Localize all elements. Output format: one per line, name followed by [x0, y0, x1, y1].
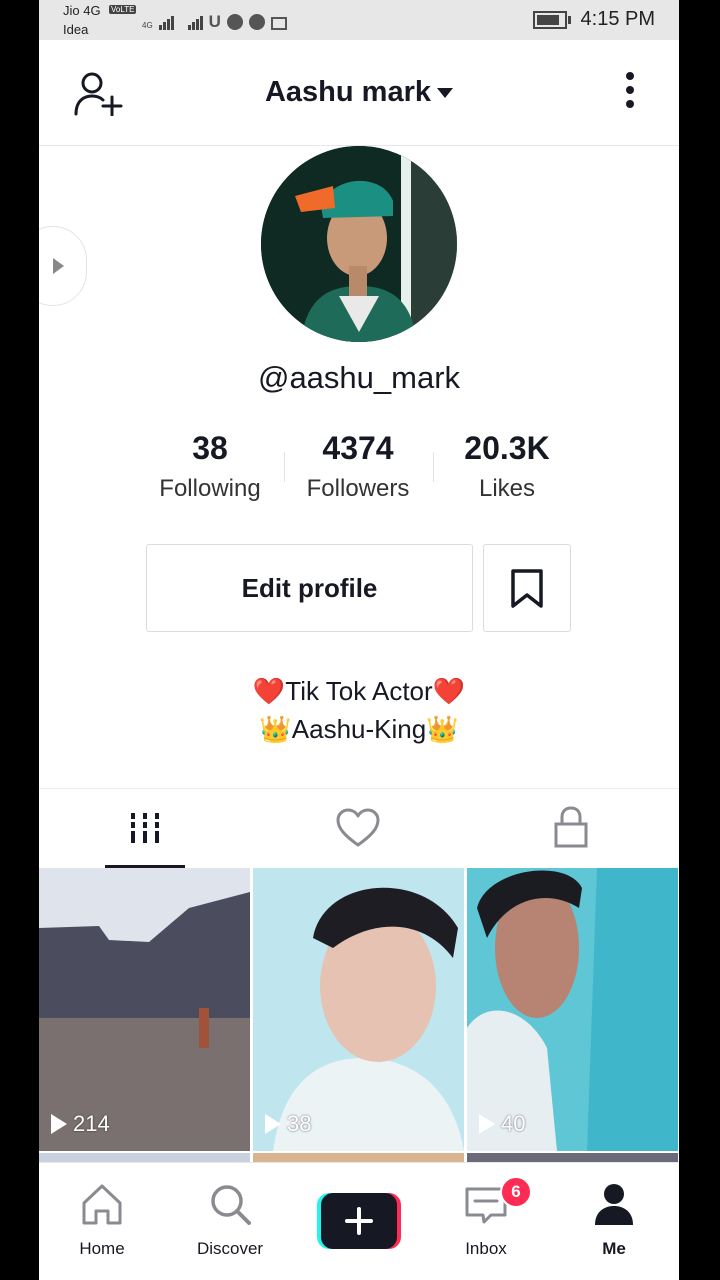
status-right: 4:15 PM — [532, 8, 655, 31]
video-thumbnail[interactable]: 38 — [253, 868, 464, 1151]
following-count: 38 — [192, 430, 228, 466]
view-count: 214 — [51, 1111, 110, 1137]
u-icon: U — [208, 12, 221, 31]
bookmark-icon — [511, 569, 543, 608]
play-icon — [265, 1114, 281, 1134]
edit-profile-button[interactable]: Edit profile — [146, 544, 473, 632]
bio-line: ❤️Tik Tok Actor❤️ — [252, 676, 466, 706]
grid-icon — [131, 813, 159, 843]
nav-discover[interactable]: Discover — [180, 1163, 280, 1280]
chevron-down-icon — [437, 88, 453, 99]
carrier-name-2: Idea — [63, 22, 89, 37]
bio-line: 👑Aashu-King👑 — [259, 714, 459, 744]
nav-me[interactable]: Me — [564, 1163, 664, 1280]
nav-label: Me — [602, 1239, 626, 1258]
view-count-text: 214 — [73, 1111, 110, 1136]
phone-screen: Jio 4G VoLTE Idea 4G U 4:15 PM Aashu mar… — [39, 0, 679, 1280]
gmail-icon — [270, 17, 287, 30]
play-icon — [479, 1114, 495, 1134]
play-arrow-icon — [53, 258, 64, 274]
more-options-icon[interactable] — [624, 72, 636, 114]
play-icon — [51, 1114, 67, 1134]
followers-stat[interactable]: 4374 Followers — [288, 430, 428, 503]
divider — [433, 452, 434, 482]
nav-label: Inbox — [465, 1239, 507, 1258]
create-video-button[interactable] — [317, 1193, 401, 1249]
avatar-image — [261, 146, 457, 342]
carrier-name: Jio 4G — [63, 3, 101, 18]
home-icon — [82, 1184, 122, 1225]
notification-badge: 6 — [500, 1176, 532, 1208]
status-bar: Jio 4G VoLTE Idea 4G U 4:15 PM — [39, 0, 679, 40]
facebook-icon — [226, 14, 243, 30]
likes-label: Likes — [478, 475, 536, 502]
nav-home[interactable]: Home — [52, 1163, 152, 1280]
nav-label: Discover — [196, 1239, 264, 1258]
likes-count: 20.3K — [464, 430, 550, 466]
heart-icon — [336, 808, 380, 847]
user-handle: @aashu_mark — [257, 360, 461, 395]
tab-liked[interactable] — [252, 789, 465, 869]
network-type: 4G — [142, 21, 153, 30]
battery-icon — [532, 10, 571, 29]
status-icons: 4G U — [142, 8, 287, 30]
username-title: Aashu mark — [264, 76, 431, 108]
view-count: 38 — [265, 1111, 311, 1137]
view-count-text: 38 — [287, 1111, 312, 1136]
video-thumbnail[interactable]: 214 — [39, 868, 250, 1151]
lock-icon — [554, 806, 588, 848]
profile-icon — [595, 1184, 633, 1225]
favorites-button[interactable] — [483, 544, 571, 632]
following-label: Following — [159, 475, 261, 502]
chat-icon — [248, 14, 265, 30]
view-count-text: 40 — [501, 1111, 526, 1136]
bottom-navigation: Home Discover Inbox 6 Me — [39, 1162, 679, 1280]
signal-icon-2 — [187, 14, 203, 30]
video-thumbnail-image — [467, 868, 678, 1151]
divider — [284, 452, 285, 482]
signal-icon — [158, 14, 174, 30]
profile-header: Aashu mark — [39, 40, 679, 146]
video-thumbnail-image — [39, 868, 250, 1151]
content-tabs — [39, 788, 679, 869]
video-thumbnail[interactable]: 40 — [467, 868, 678, 1151]
video-thumbnail-image — [253, 868, 464, 1151]
tab-private[interactable] — [465, 789, 678, 869]
clock: 4:15 PM — [580, 8, 655, 30]
account-switcher[interactable]: Aashu mark — [39, 76, 679, 109]
tab-videos[interactable] — [39, 789, 252, 869]
volte-badge: VoLTE — [109, 5, 137, 14]
nav-label: Home — [79, 1239, 125, 1258]
followers-label: Followers — [306, 475, 410, 502]
search-icon — [211, 1185, 251, 1225]
view-count: 40 — [479, 1111, 525, 1137]
side-drawer-handle[interactable] — [39, 226, 87, 306]
video-grid: 214 38 40 — [39, 868, 679, 1168]
followers-count: 4374 — [322, 430, 394, 466]
avatar[interactable] — [261, 146, 457, 342]
likes-stat[interactable]: 20.3K Likes — [437, 430, 577, 503]
following-stat[interactable]: 38 Following — [140, 430, 280, 503]
